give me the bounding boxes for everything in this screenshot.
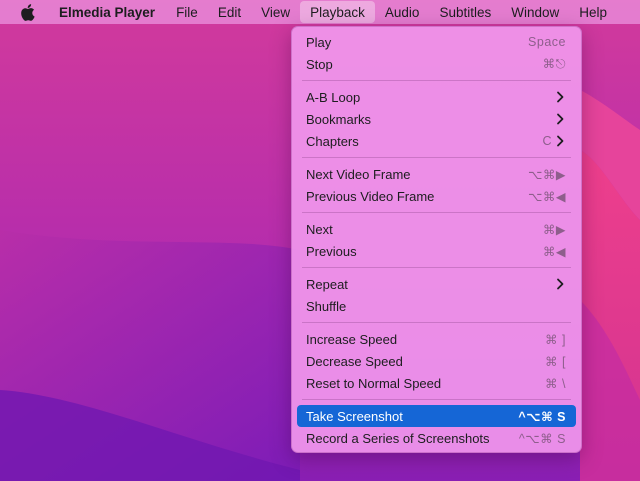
chevron-right-icon [556,135,566,147]
menu-file[interactable]: File [166,0,208,24]
menu-item-reset-speed[interactable]: Reset to Normal Speed ⌘ \ [297,372,576,394]
app-menu[interactable]: Elmedia Player [50,0,166,24]
menu-item-label: Repeat [306,276,348,292]
menu-item-previous[interactable]: Previous ⌘◀ [297,240,576,262]
menu-item-label: Previous Video Frame [306,188,435,204]
menu-item-shortcut: Space [528,35,566,49]
playback-dropdown-menu: Play Space Stop ⌘⎋ A-B Loop Bookmarks Ch… [291,26,582,453]
menu-subtitles[interactable]: Subtitles [429,0,501,24]
menu-item-label: Stop [306,56,333,72]
menu-separator [302,267,571,268]
menu-separator [302,80,571,81]
menu-item-shortcut: ⌘ ] [545,332,566,347]
menu-item-chapters[interactable]: Chapters C [297,130,576,152]
menu-separator [302,157,571,158]
menu-edit[interactable]: Edit [208,0,251,24]
menu-item-label: Record a Series of Screenshots [306,430,490,446]
menu-item-shortcut: ^⌥⌘ S [518,409,566,424]
menu-item-label: Chapters [306,133,359,149]
menu-item-label: Increase Speed [306,331,398,347]
menu-item-label: Shuffle [306,298,347,314]
menu-audio[interactable]: Audio [375,0,430,24]
menu-item-label: Next [306,221,333,237]
menu-window[interactable]: Window [501,0,569,24]
menu-item-label: Play [306,34,332,50]
menu-item-ab-loop[interactable]: A-B Loop [297,86,576,108]
menu-item-shortcut: C [542,134,552,148]
menu-item-label: Reset to Normal Speed [306,375,442,391]
menu-item-shortcut: ⌘ [ [545,354,566,369]
menu-view[interactable]: View [251,0,300,24]
chevron-right-icon [556,113,566,125]
menu-item-label: Decrease Speed [306,353,403,369]
menu-separator [302,399,571,400]
menu-item-label: Take Screenshot [306,408,403,424]
menu-item-previous-video-frame[interactable]: Previous Video Frame ⌥⌘◀ [297,185,576,207]
menu-item-shortcut: ⌥⌘◀ [527,189,566,204]
menu-item-stop[interactable]: Stop ⌘⎋ [297,53,576,75]
menu-item-take-screenshot[interactable]: Take Screenshot ^⌥⌘ S [297,405,576,427]
apple-menu-icon[interactable] [18,3,36,21]
menu-item-bookmarks[interactable]: Bookmarks [297,108,576,130]
chevron-right-icon [556,91,566,103]
menu-item-decrease-speed[interactable]: Decrease Speed ⌘ [ [297,350,576,372]
menu-item-shortcut: ⌘◀ [542,244,566,259]
menu-bar: Elmedia Player File Edit View Playback A… [0,0,640,24]
menu-item-next[interactable]: Next ⌘▶ [297,218,576,240]
menu-item-repeat[interactable]: Repeat [297,273,576,295]
menu-item-label: Next Video Frame [306,166,411,182]
chevron-right-icon [556,278,566,290]
menu-item-next-video-frame[interactable]: Next Video Frame ⌥⌘▶ [297,163,576,185]
menu-item-shuffle[interactable]: Shuffle [297,295,576,317]
menu-separator [302,212,571,213]
menu-item-record-screenshots[interactable]: Record a Series of Screenshots ^⌥⌘ S [297,427,576,449]
menu-item-shortcut: ⌘⎋ [542,57,566,71]
menu-item-increase-speed[interactable]: Increase Speed ⌘ ] [297,328,576,350]
menu-item-play[interactable]: Play Space [297,31,576,53]
menu-item-label: A-B Loop [306,89,361,105]
menu-help[interactable]: Help [569,0,617,24]
menu-item-shortcut: ⌥⌘▶ [527,167,566,182]
menu-item-label: Previous [306,243,357,259]
menu-item-shortcut: ^⌥⌘ S [518,431,566,446]
menu-separator [302,322,571,323]
menu-playback[interactable]: Playback [300,1,375,23]
menu-item-label: Bookmarks [306,111,372,127]
menu-item-shortcut: ⌘ \ [545,376,566,391]
menu-item-shortcut: ⌘▶ [542,222,566,237]
